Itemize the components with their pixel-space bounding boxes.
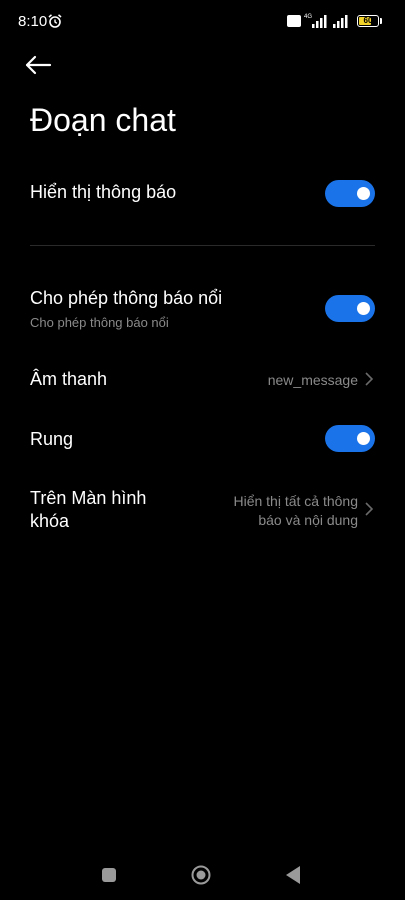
status-time: 8:10 bbox=[18, 13, 48, 30]
triangle-icon bbox=[286, 866, 300, 884]
status-bar: 8:10 4G 60 bbox=[0, 0, 405, 44]
vowifi-icon bbox=[287, 15, 301, 27]
toggle-knob bbox=[357, 432, 370, 445]
setting-label-line2: khóa bbox=[30, 511, 70, 531]
setting-label: Hiển thị thông báo bbox=[30, 182, 177, 202]
battery-icon: 60 bbox=[357, 15, 379, 27]
setting-lock-screen[interactable]: Trên Màn hình khóa Hiển thị tất cả thông… bbox=[0, 480, 405, 540]
battery-cap bbox=[380, 18, 382, 24]
sound-value: new_message bbox=[267, 372, 358, 388]
network-type-label: 4G bbox=[304, 14, 312, 20]
show-notifications-toggle[interactable] bbox=[325, 180, 375, 207]
floating-notifications-toggle[interactable] bbox=[325, 295, 375, 322]
home-button[interactable] bbox=[191, 865, 211, 885]
lock-screen-value-line1: Hiển thị tất cả thông bbox=[233, 493, 358, 509]
back-button[interactable] bbox=[22, 50, 58, 80]
chevron-right-icon bbox=[365, 502, 374, 516]
lock-screen-value-line2: báo và nội dung bbox=[258, 512, 358, 528]
setting-sound[interactable]: Âm thanh new_message bbox=[0, 358, 405, 402]
setting-subtitle: Cho phép thông báo nổi bbox=[30, 315, 169, 330]
toggle-knob bbox=[357, 302, 370, 315]
chevron-right-icon bbox=[365, 372, 374, 386]
signal-strength-icon: 4G bbox=[304, 14, 327, 28]
setting-floating-notifications[interactable]: Cho phép thông báo nổi Cho phép thông bá… bbox=[0, 280, 405, 338]
page-title: Đoạn chat bbox=[30, 102, 176, 138]
setting-show-notifications[interactable]: Hiển thị thông báo bbox=[0, 170, 405, 218]
setting-label: Rung bbox=[30, 429, 74, 449]
circle-icon bbox=[191, 865, 211, 885]
setting-label: Âm thanh bbox=[30, 369, 108, 389]
divider bbox=[30, 245, 375, 246]
alarm-clock-icon bbox=[48, 14, 62, 28]
setting-label-line1: Trên Màn hình bbox=[30, 488, 147, 508]
arrow-left-icon bbox=[25, 55, 52, 75]
setting-label: Cho phép thông báo nổi bbox=[30, 288, 223, 308]
setting-vibrate[interactable]: Rung bbox=[0, 418, 405, 462]
vibrate-toggle[interactable] bbox=[325, 425, 375, 452]
signal-strength-2-icon bbox=[333, 15, 348, 28]
navigation-bar bbox=[0, 850, 405, 900]
battery-level: 60 bbox=[363, 16, 373, 25]
toggle-knob bbox=[357, 187, 370, 200]
nav-back-button[interactable] bbox=[285, 865, 301, 885]
recents-button[interactable] bbox=[102, 868, 116, 882]
